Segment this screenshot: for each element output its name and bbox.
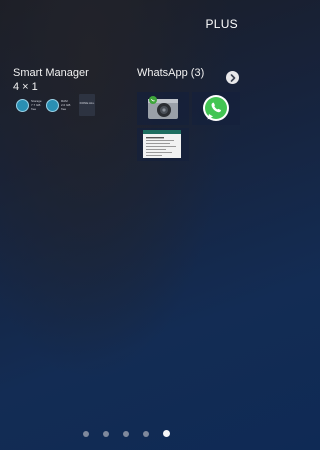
page-indicator xyxy=(0,430,253,438)
storage-icon xyxy=(16,98,29,112)
smart-manager-size: 4 × 1 xyxy=(13,81,38,93)
whatsapp-logo-widget[interactable] xyxy=(192,92,240,125)
ram-item: RAM 2.0 GB free xyxy=(46,96,70,114)
whatsapp-camera-widget[interactable] xyxy=(137,92,189,125)
done-all-box: DONE ALL xyxy=(79,94,95,116)
page-dot[interactable] xyxy=(103,431,109,437)
whatsapp-chat-list-widget[interactable] xyxy=(137,128,189,161)
storage-item: Storage 7.7 GB free xyxy=(16,96,42,114)
storage-label: Storage 7.7 GB free xyxy=(31,99,42,111)
ram-label: RAM 2.0 GB free xyxy=(61,99,71,111)
chevron-right-icon xyxy=(230,73,235,82)
whatsapp-logo-icon xyxy=(203,95,229,121)
smart-manager-widget-preview[interactable]: Storage 7.7 GB free RAM 2.0 GB free DONE… xyxy=(13,94,95,116)
page-dot-active[interactable] xyxy=(163,430,170,437)
smart-manager-title: Smart Manager xyxy=(13,67,89,79)
camera-icon xyxy=(148,96,178,119)
page-dot[interactable] xyxy=(83,431,89,437)
plus-button[interactable]: PLUS xyxy=(205,17,238,31)
page-dot[interactable] xyxy=(123,431,129,437)
ram-icon xyxy=(46,98,59,112)
done-all-label: DONE ALL xyxy=(79,101,95,105)
page-dot[interactable] xyxy=(143,431,149,437)
chat-list-icon xyxy=(143,130,181,158)
whatsapp-title: WhatsApp (3) xyxy=(137,67,205,79)
expand-arrow-button[interactable] xyxy=(226,71,239,84)
